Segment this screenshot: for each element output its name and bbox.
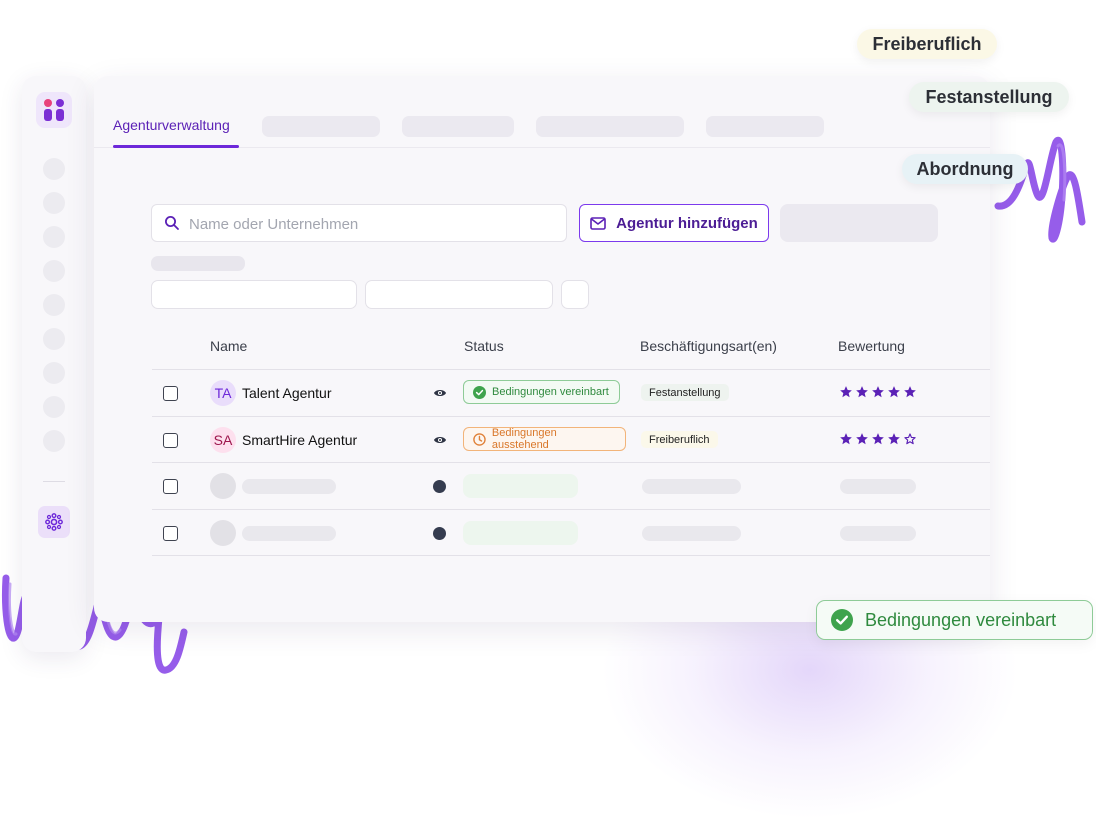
sidebar-nav-placeholder[interactable] xyxy=(43,192,65,214)
avatar: TA xyxy=(210,380,236,406)
sidebar-nav-placeholder[interactable] xyxy=(43,226,65,248)
table-row-placeholder[interactable] xyxy=(152,509,990,556)
sidebar xyxy=(22,76,86,652)
employment-type-tag: Freiberuflich xyxy=(641,431,718,448)
filter-field[interactable] xyxy=(151,280,357,309)
table-row[interactable]: SA SmartHire Agentur Bedingungen aussteh… xyxy=(152,416,990,463)
sidebar-nav-placeholder[interactable] xyxy=(43,328,65,350)
tab-placeholder[interactable] xyxy=(402,116,514,137)
floating-tag-secondment: Abordnung xyxy=(902,154,1028,184)
star-outline-icon xyxy=(904,433,916,445)
column-header-name[interactable]: Name xyxy=(210,338,247,354)
row-checkbox[interactable] xyxy=(163,479,178,494)
sidebar-nav-placeholder[interactable] xyxy=(43,158,65,180)
rating-stars xyxy=(839,432,917,446)
column-header-employment-type[interactable]: Beschäftigungsart(en) xyxy=(640,338,777,354)
eye-icon[interactable] xyxy=(433,387,447,399)
sidebar-nav-placeholder[interactable] xyxy=(43,362,65,384)
sidebar-nav-placeholder[interactable] xyxy=(43,294,65,316)
tab-placeholder[interactable] xyxy=(262,116,380,137)
network-icon xyxy=(45,513,63,531)
star-filled-icon xyxy=(856,433,868,445)
status-text: Bedingungen ausstehend xyxy=(491,427,557,451)
status-placeholder xyxy=(463,521,578,545)
type-placeholder xyxy=(642,479,741,494)
table-row-placeholder[interactable] xyxy=(152,462,990,509)
active-tab-indicator xyxy=(113,145,239,148)
row-dot xyxy=(433,527,446,540)
rating-stars xyxy=(839,385,917,399)
filter-label-placeholder xyxy=(151,256,245,271)
search-icon xyxy=(165,216,179,230)
star-filled-icon xyxy=(840,433,852,445)
row-checkbox[interactable] xyxy=(163,433,178,448)
avatar-placeholder xyxy=(210,473,236,499)
search-input[interactable] xyxy=(189,214,549,234)
avatar-placeholder xyxy=(210,520,236,546)
name-placeholder xyxy=(242,479,336,494)
star-filled-icon xyxy=(872,386,884,398)
star-filled-icon xyxy=(904,386,916,398)
floating-status-text: Bedingungen vereinbart xyxy=(865,609,1057,630)
sidebar-divider xyxy=(43,481,65,482)
row-checkbox[interactable] xyxy=(163,526,178,541)
name-placeholder xyxy=(242,526,336,541)
sidebar-nav-placeholder[interactable] xyxy=(43,430,65,452)
star-filled-icon xyxy=(872,433,884,445)
check-circle-icon xyxy=(831,609,853,631)
column-header-rating[interactable]: Bewertung xyxy=(838,338,905,354)
star-filled-icon xyxy=(888,386,900,398)
star-filled-icon xyxy=(888,433,900,445)
tab-bar: Agenturverwaltung xyxy=(94,76,990,148)
toolbar-button-placeholder[interactable] xyxy=(780,204,938,242)
tab-agency-management[interactable]: Agenturverwaltung xyxy=(113,117,230,133)
main-panel: Agenturverwaltung Agentur hinzufügen Nam… xyxy=(94,76,990,622)
table-row[interactable]: TA Talent Agentur Bedingungen vereinbart… xyxy=(152,369,990,416)
sidebar-bottom-button[interactable] xyxy=(38,506,70,538)
type-placeholder xyxy=(642,526,741,541)
floating-tag-freelance: Freiberuflich xyxy=(857,29,997,59)
agency-name[interactable]: Talent Agentur xyxy=(242,385,332,401)
sidebar-nav-placeholder[interactable] xyxy=(43,260,65,282)
tab-placeholder[interactable] xyxy=(536,116,684,137)
row-dot xyxy=(433,480,446,493)
star-filled-icon xyxy=(840,386,852,398)
status-badge: Bedingungen vereinbart xyxy=(463,380,620,404)
filter-field[interactable] xyxy=(561,280,589,309)
status-badge: Bedingungen ausstehend xyxy=(463,427,626,451)
floating-status-badge: Bedingungen vereinbart xyxy=(816,600,1093,640)
clock-icon xyxy=(473,432,486,446)
check-circle-icon xyxy=(473,385,486,399)
agency-name[interactable]: SmartHire Agentur xyxy=(242,432,357,448)
decorative-scribble-right xyxy=(994,136,1086,243)
row-checkbox[interactable] xyxy=(163,386,178,401)
column-header-status[interactable]: Status xyxy=(464,338,504,354)
search-box[interactable] xyxy=(151,204,567,242)
mail-icon xyxy=(590,216,606,230)
rating-placeholder xyxy=(840,526,916,541)
sidebar-nav-placeholder[interactable] xyxy=(43,396,65,418)
status-placeholder xyxy=(463,474,578,498)
employment-type-tag: Festanstellung xyxy=(641,384,729,401)
rating-placeholder xyxy=(840,479,916,494)
app-logo[interactable] xyxy=(36,92,72,128)
status-text: Bedingungen vereinbart xyxy=(492,386,609,398)
add-agency-label: Agentur hinzufügen xyxy=(616,214,758,232)
star-filled-icon xyxy=(856,386,868,398)
add-agency-button[interactable]: Agentur hinzufügen xyxy=(579,204,769,242)
eye-icon[interactable] xyxy=(433,434,447,446)
filter-field[interactable] xyxy=(365,280,553,309)
floating-tag-permanent: Festanstellung xyxy=(909,82,1069,112)
avatar: SA xyxy=(210,427,236,453)
tab-placeholder[interactable] xyxy=(706,116,824,137)
